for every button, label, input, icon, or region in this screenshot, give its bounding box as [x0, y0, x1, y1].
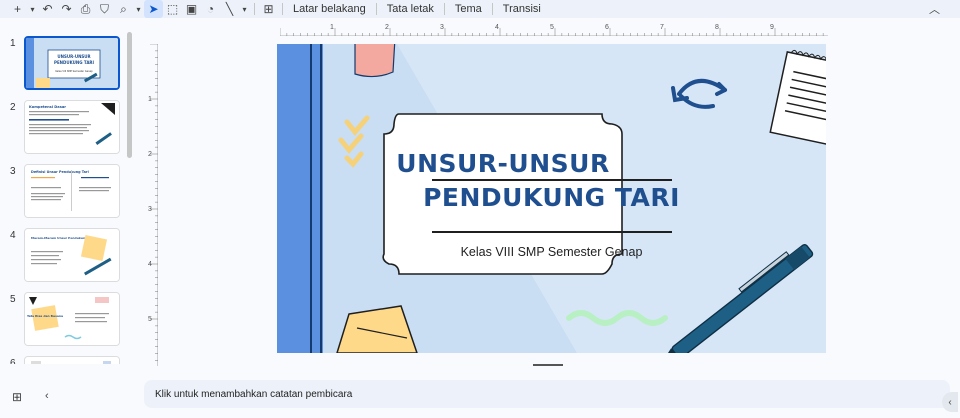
- slide-number: 2: [10, 102, 16, 113]
- collapse-filmstrip-icon[interactable]: ‹: [45, 390, 49, 402]
- toolbar-divider: [375, 3, 377, 15]
- slide-title-line-2[interactable]: PENDUKUNG TARI: [384, 183, 719, 212]
- line-icon[interactable]: ╲: [220, 0, 239, 18]
- speaker-notes-field[interactable]: Klik untuk menambahkan catatan pembicara: [144, 380, 950, 408]
- slide-filmstrip: 1 UNSUR-UNSUR PENDUKUNG TARI Kelas VIII …: [0, 30, 136, 364]
- background-menu[interactable]: Latar belakang: [287, 3, 372, 15]
- ruler-label: 1: [330, 24, 334, 31]
- chevron-decoration: [338, 115, 370, 168]
- ruler-label: 5: [148, 316, 152, 323]
- insert-image-icon[interactable]: ▣: [182, 0, 201, 18]
- paint-format-icon[interactable]: ⛉: [95, 0, 114, 18]
- ruler-label: 8: [715, 24, 719, 31]
- thumbnail-subtitle: Kelas VIII SMP Semester Genap: [55, 70, 93, 73]
- ruler-label: 4: [148, 261, 152, 268]
- slide-thumbnail-preview: Definisi Unsur Pendukung Tari: [25, 165, 119, 217]
- filmstrip-scrollbar[interactable]: [127, 32, 132, 158]
- slide-scroll-indicator: [533, 364, 563, 366]
- slide-number: 6: [10, 358, 16, 364]
- slide-thumbnail-5[interactable]: Tata Rias dan Busana: [24, 292, 120, 346]
- slide-number: 5: [10, 294, 16, 305]
- slide-title-separator: [432, 231, 672, 233]
- slide-thumbnail-preview: Kompetensi Dasar: [25, 101, 119, 153]
- toolbar-divider: [282, 3, 283, 15]
- thumbnail-title: Tata Rias dan Busana: [27, 314, 63, 318]
- slide-thumbnail-6[interactable]: [24, 356, 120, 364]
- slide-thumbnail-preview: [25, 357, 119, 364]
- side-panel-toggle-icon[interactable]: ‹: [942, 392, 958, 412]
- ruler-label: 2: [148, 151, 152, 158]
- text-box-icon[interactable]: ⬚: [163, 0, 182, 18]
- paper-decoration: [336, 305, 418, 353]
- slide-thumbnail-preview: Tata Rias dan Busana: [25, 293, 119, 345]
- undo-icon[interactable]: ↶: [38, 0, 57, 18]
- ruler-label: 2: [385, 24, 389, 31]
- ruler-label: 7: [660, 24, 664, 31]
- slide-title-line-1[interactable]: UNSUR-UNSUR: [384, 149, 622, 178]
- grid-view-icon[interactable]: ⊞: [12, 390, 22, 404]
- horizontal-ruler: 1 2 3 4 5 6 7 8 9: [280, 22, 828, 36]
- slide-number: 4: [10, 230, 16, 241]
- ruler-label: 1: [148, 96, 152, 103]
- shape-icon[interactable]: ◔: [201, 0, 220, 18]
- ruler-label: 4: [495, 24, 499, 31]
- tape-decoration: [354, 44, 396, 78]
- select-cursor-icon[interactable]: ➤: [144, 0, 163, 18]
- transition-menu[interactable]: Transisi: [497, 3, 547, 15]
- toolbar-divider: [254, 3, 255, 15]
- ruler-ticks: [280, 28, 828, 36]
- zoom-dropdown-icon[interactable]: ▾: [133, 0, 144, 18]
- ruler-label: 3: [440, 24, 444, 31]
- thumbnail-title: Definisi Unsur Pendukung Tari: [31, 170, 89, 174]
- slide-thumbnail-preview: Macam-Macam Unsur Pendukung Tari: [25, 229, 119, 281]
- slide-thumbnail-2[interactable]: Kompetensi Dasar: [24, 100, 120, 154]
- slide-subtitle[interactable]: Kelas VIII SMP Semester Genap: [384, 245, 719, 259]
- ruler-label: 9: [770, 24, 774, 31]
- current-slide[interactable]: UNSUR-UNSUR PENDUKUNG TARI Kelas VIII SM…: [277, 44, 826, 353]
- new-slide-dropdown-icon[interactable]: ▾: [27, 0, 38, 18]
- slide-thumbnail-preview: UNSUR-UNSUR PENDUKUNG TARI Kelas VIII SM…: [26, 38, 118, 88]
- new-slide-icon[interactable]: +: [8, 0, 27, 18]
- comment-icon[interactable]: ⊞: [259, 0, 278, 18]
- slide-number: 3: [10, 166, 16, 177]
- ruler-label: 6: [605, 24, 609, 31]
- thumbnail-title: PENDUKUNG TARI: [54, 60, 94, 65]
- slide-thumbnail-1[interactable]: UNSUR-UNSUR PENDUKUNG TARI Kelas VIII SM…: [24, 36, 120, 90]
- thumbnail-title: UNSUR-UNSUR: [57, 54, 90, 59]
- speaker-notes-placeholder: Klik untuk menambahkan catatan pembicara: [155, 388, 353, 400]
- slide-canvas-area: 1 2 3 4 5 6 7 8 9 1 2 3 4 5 UNSUR-UNSUR …: [144, 22, 956, 366]
- slide-thumbnail-3[interactable]: Definisi Unsur Pendukung Tari: [24, 164, 120, 218]
- line-dropdown-icon[interactable]: ▾: [239, 0, 250, 18]
- collapse-toolbar-icon[interactable]: ︿: [929, 0, 940, 18]
- toolbar-divider: [491, 3, 493, 15]
- print-icon[interactable]: ⎙: [76, 0, 95, 18]
- thumbnail-title: Kompetensi Dasar: [29, 105, 66, 109]
- zoom-icon[interactable]: ⌕: [114, 0, 133, 18]
- slide-number: 1: [10, 38, 16, 49]
- vertical-ruler: 1 2 3 4 5: [144, 44, 158, 366]
- slide-thumbnail-4[interactable]: Macam-Macam Unsur Pendukung Tari: [24, 228, 120, 282]
- ruler-label: 3: [148, 206, 152, 213]
- slide-title-underline: [432, 179, 672, 181]
- redo-icon[interactable]: ↷: [57, 0, 76, 18]
- ruler-label: 5: [550, 24, 554, 31]
- theme-menu[interactable]: Tema: [449, 3, 488, 15]
- toolbar-divider: [443, 3, 445, 15]
- left-stripe: [277, 44, 323, 353]
- toolbar: + ▾ ↶ ↷ ⎙ ⛉ ⌕ ▾ ➤ ⬚ ▣ ◔ ╲ ▾ ⊞ Latar bela…: [0, 0, 960, 18]
- layout-menu[interactable]: Tata letak: [381, 3, 440, 15]
